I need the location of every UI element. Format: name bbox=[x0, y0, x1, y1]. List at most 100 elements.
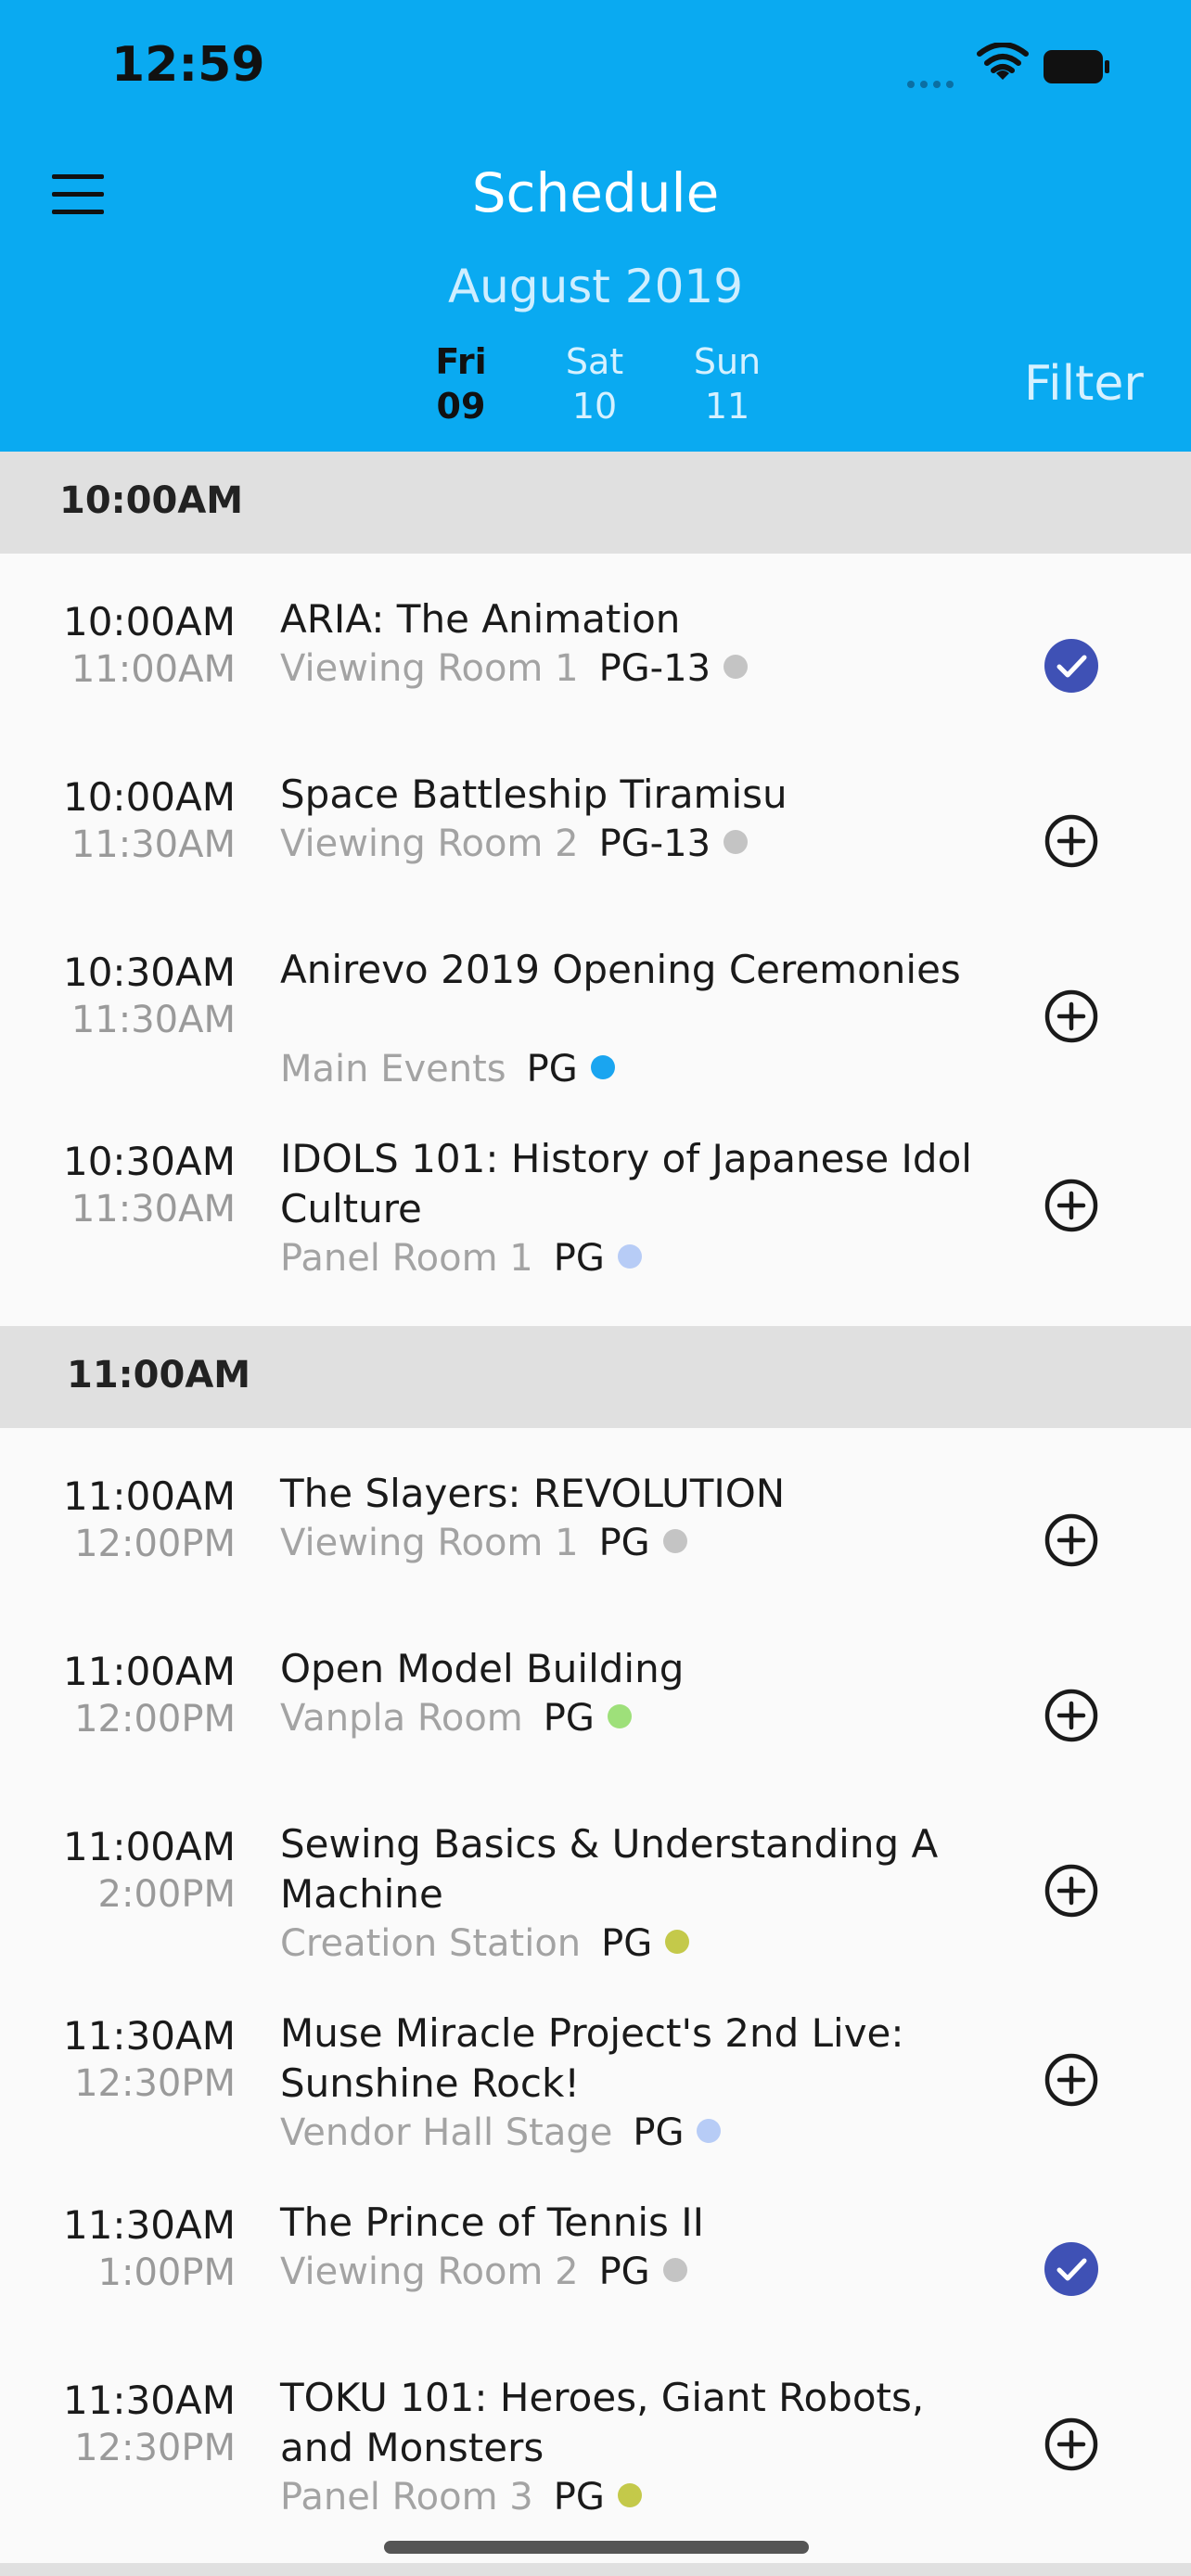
event-meta: Main Events PG bbox=[280, 1048, 615, 1090]
event-meta: Viewing Room 2 PG bbox=[280, 2251, 687, 2293]
month-label: August 2019 bbox=[447, 260, 744, 313]
event-title: Anirevo 2019 Opening Ceremonies bbox=[280, 947, 961, 992]
event-start-time: 11:30AM bbox=[62, 2013, 236, 2059]
cellular-signal-icon bbox=[907, 74, 961, 88]
added-check-icon[interactable] bbox=[1044, 2242, 1098, 2296]
section-label: 10:00AM bbox=[59, 479, 244, 522]
event-end-time: 11:00AM bbox=[70, 648, 236, 691]
event-rating: PG bbox=[543, 1697, 595, 1740]
event-end-time: 12:00PM bbox=[74, 1698, 236, 1741]
category-dot bbox=[697, 2119, 722, 2143]
event-meta: Viewing Room 2 PG-13 bbox=[280, 823, 749, 865]
event-rating: PG-13 bbox=[598, 823, 711, 865]
event-start-time: 10:30AM bbox=[62, 950, 236, 995]
add-circle-icon[interactable] bbox=[1044, 814, 1098, 868]
event-title: IDOLS 101: History of Japanese Idol Cult… bbox=[280, 1136, 972, 1231]
added-check-icon[interactable] bbox=[1044, 639, 1098, 693]
day-tab-date: 10 bbox=[571, 386, 618, 427]
time-section-header: 10:00AM bbox=[0, 452, 1191, 554]
event-title: Muse Miracle Project's 2nd Live: Sunshin… bbox=[280, 2010, 904, 2106]
add-circle-icon[interactable] bbox=[1044, 1513, 1098, 1567]
time-section-header: 11:00AM bbox=[0, 1326, 1191, 1428]
home-indicator[interactable] bbox=[384, 2541, 809, 2554]
filter-button[interactable]: Filter bbox=[1024, 356, 1144, 412]
add-circle-icon[interactable] bbox=[1044, 989, 1098, 1043]
category-dot bbox=[724, 655, 749, 679]
next-section-edge bbox=[0, 2563, 1191, 2576]
day-tab-date: 09 bbox=[436, 386, 486, 427]
event-start-time: 10:30AM bbox=[62, 1139, 236, 1184]
event-rating: PG bbox=[553, 1237, 605, 1280]
event-end-time: 2:00PM bbox=[97, 1873, 236, 1916]
section-label: 11:00AM bbox=[67, 1354, 251, 1396]
event-room: Viewing Room 1 bbox=[280, 1522, 579, 1564]
day-tab-dow: Sat bbox=[565, 341, 624, 382]
event-meta: Panel Room 3 PG bbox=[280, 2476, 642, 2519]
add-circle-icon[interactable] bbox=[1044, 1179, 1098, 1232]
event-start-time: 10:00AM bbox=[62, 774, 236, 820]
day-tab-dow: Fri bbox=[435, 341, 487, 382]
event-rating: PG bbox=[633, 2111, 685, 2154]
event-title: Open Model Building bbox=[280, 1646, 685, 1691]
event-meta: Panel Room 1 PG bbox=[280, 1237, 642, 1280]
event-end-time: 11:30AM bbox=[70, 823, 236, 866]
event-meta: Vanpla Room PG bbox=[280, 1697, 632, 1740]
category-dot bbox=[662, 1529, 687, 1553]
event-room: Viewing Room 2 bbox=[280, 823, 579, 865]
add-circle-icon[interactable] bbox=[1044, 1864, 1098, 1918]
event-start-time: 10:00AM bbox=[62, 599, 236, 644]
app-header: 12:59 Schedule August 2019 Fri 09 Sat 10… bbox=[0, 0, 1191, 452]
day-tab-fri[interactable]: Fri 09 bbox=[410, 339, 512, 428]
event-start-time: 11:30AM bbox=[62, 2378, 236, 2423]
add-circle-icon[interactable] bbox=[1044, 2417, 1098, 2471]
event-meta: Creation Station PG bbox=[280, 1922, 690, 1965]
event-meta: Vendor Hall Stage PG bbox=[280, 2111, 722, 2154]
day-tab-dow: Sun bbox=[693, 341, 762, 382]
page-title: Schedule bbox=[471, 161, 720, 224]
category-dot bbox=[590, 1055, 615, 1079]
event-room: Vendor Hall Stage bbox=[280, 2111, 613, 2154]
event-rating: PG bbox=[526, 1048, 578, 1090]
event-room: Panel Room 1 bbox=[280, 1237, 533, 1280]
status-time: 12:59 bbox=[111, 37, 265, 93]
event-end-time: 11:30AM bbox=[70, 1188, 236, 1231]
event-end-time: 1:00PM bbox=[97, 2251, 236, 2294]
event-meta: Viewing Room 1 PG bbox=[280, 1522, 687, 1564]
event-room: Creation Station bbox=[280, 1922, 582, 1965]
event-meta: Viewing Room 1 PG-13 bbox=[280, 647, 749, 690]
event-start-time: 11:00AM bbox=[62, 1473, 236, 1519]
category-dot bbox=[662, 2258, 687, 2282]
event-title: ARIA: The Animation bbox=[280, 596, 681, 642]
event-room: Vanpla Room bbox=[280, 1697, 523, 1740]
wifi-icon bbox=[977, 43, 1029, 80]
event-end-time: 12:30PM bbox=[74, 2062, 236, 2105]
event-start-time: 11:30AM bbox=[62, 2202, 236, 2248]
event-rating: PG bbox=[553, 2476, 605, 2519]
add-circle-icon[interactable] bbox=[1044, 2053, 1098, 2107]
event-start-time: 11:00AM bbox=[62, 1649, 236, 1694]
category-dot bbox=[617, 2483, 642, 2507]
day-tab-sat[interactable]: Sat 10 bbox=[544, 339, 646, 428]
event-end-time: 11:30AM bbox=[70, 999, 236, 1041]
day-tab-sun[interactable]: Sun 11 bbox=[676, 339, 778, 428]
event-room: Viewing Room 2 bbox=[280, 2251, 579, 2293]
category-dot bbox=[617, 1244, 642, 1269]
event-title: The Prince of Tennis II bbox=[280, 2200, 704, 2245]
category-dot bbox=[665, 1930, 690, 1954]
category-dot bbox=[607, 1704, 632, 1728]
event-title: Space Battleship Tiramisu bbox=[280, 772, 788, 817]
event-end-time: 12:30PM bbox=[74, 2427, 236, 2469]
event-room: Viewing Room 1 bbox=[280, 647, 579, 690]
category-dot bbox=[724, 830, 749, 854]
add-circle-icon[interactable] bbox=[1044, 1689, 1098, 1742]
event-room: Panel Room 3 bbox=[280, 2476, 533, 2519]
event-rating: PG bbox=[598, 1522, 650, 1564]
event-title: TOKU 101: Heroes, Giant Robots, and Mons… bbox=[280, 2375, 925, 2470]
event-rating: PG bbox=[598, 2251, 650, 2293]
battery-icon bbox=[1044, 50, 1109, 83]
event-rating: PG bbox=[601, 1922, 653, 1965]
day-tab-date: 11 bbox=[704, 386, 750, 427]
event-rating: PG-13 bbox=[598, 647, 711, 690]
event-title: The Slayers: REVOLUTION bbox=[280, 1471, 786, 1516]
event-start-time: 11:00AM bbox=[62, 1824, 236, 1869]
